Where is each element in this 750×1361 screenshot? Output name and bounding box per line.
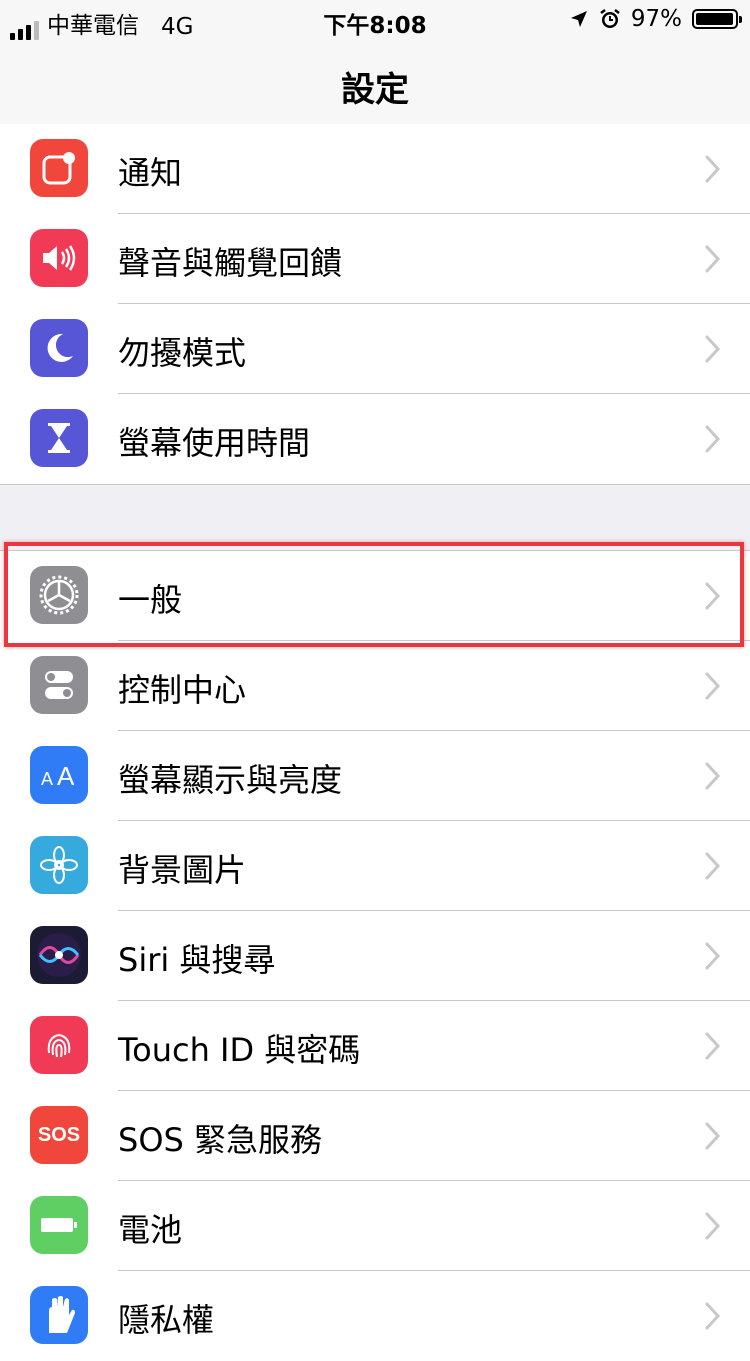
- settings-row[interactable]: Touch ID 與密碼: [0, 1001, 750, 1091]
- settings-row-label: 螢幕使用時間: [118, 424, 311, 462]
- svg-text:A: A: [57, 761, 75, 791]
- chevron-right-icon: [705, 942, 721, 970]
- settings-row[interactable]: 聲音與觸覺回饋: [0, 214, 750, 304]
- chevron-container: [704, 1121, 722, 1155]
- moon-icon: [30, 319, 88, 377]
- chevron-right-icon: [705, 1032, 721, 1060]
- settings-row-label: 控制中心: [118, 671, 247, 709]
- chevron-right-icon: [705, 425, 721, 453]
- chevron-container: [704, 334, 722, 368]
- chevron-container: [704, 1301, 722, 1335]
- sounds-icon: [30, 229, 88, 287]
- chevron-container: [704, 581, 722, 615]
- chevron-right-icon: [705, 852, 721, 880]
- chevron-right-icon: [705, 1302, 721, 1330]
- hand-icon: [30, 1286, 88, 1344]
- chevron-container: [704, 1211, 722, 1245]
- chevron-right-icon: [705, 672, 721, 700]
- flower-icon: [30, 836, 88, 894]
- settings-row[interactable]: 電池: [0, 1181, 750, 1271]
- settings-row[interactable]: 背景圖片: [0, 821, 750, 911]
- settings-row-label: 電池: [118, 1211, 183, 1249]
- fingerprint-icon: [30, 1016, 88, 1074]
- location-arrow-icon: [570, 11, 587, 27]
- chevron-right-icon: [705, 762, 721, 790]
- gear-icon: [30, 566, 88, 624]
- switches-icon: [30, 656, 88, 714]
- settings-row-label: Siri 與搜尋: [118, 941, 276, 979]
- chevron-container: [704, 761, 722, 795]
- settings-row-label: Touch ID 與密碼: [118, 1031, 361, 1069]
- svg-text:A: A: [41, 769, 53, 789]
- sos-icon: SOS: [30, 1106, 88, 1164]
- chevron-container: [704, 424, 722, 458]
- settings-row-label: 一般: [118, 581, 183, 619]
- hourglass-icon: [30, 409, 88, 467]
- navigation-bar: 設定: [0, 40, 750, 128]
- settings-row-label: 螢幕顯示與亮度: [118, 761, 343, 799]
- status-bar: 中華電信 4G 下午8:08 97%: [0, 0, 750, 40]
- settings-row[interactable]: 螢幕使用時間: [0, 394, 750, 484]
- settings-row[interactable]: 隱私權: [0, 1271, 750, 1361]
- chevron-right-icon: [705, 582, 721, 610]
- settings-row[interactable]: SOS SOS 緊急服務: [0, 1091, 750, 1181]
- chevron-container: [704, 244, 722, 278]
- settings-row[interactable]: Siri 與搜尋: [0, 911, 750, 1001]
- chevron-container: [704, 941, 722, 975]
- settings-row[interactable]: 通知: [0, 124, 750, 214]
- notifications-icon: [30, 139, 88, 197]
- chevron-right-icon: [705, 1122, 721, 1150]
- status-right: 97%: [569, 6, 742, 32]
- settings-row[interactable]: 勿擾模式: [0, 304, 750, 394]
- chevron-right-icon: [705, 155, 721, 183]
- alarm-icon: [600, 9, 620, 28]
- chevron-container: [704, 671, 722, 705]
- settings-group-1: 通知聲音與觸覺回饋 勿擾模式螢幕使用時間: [0, 124, 750, 485]
- battery-icon: [30, 1196, 88, 1254]
- siri-icon: [30, 926, 88, 984]
- chevron-container: [704, 1031, 722, 1065]
- settings-row-label: 隱私權: [118, 1301, 215, 1339]
- settings-row-label: 聲音與觸覺回饋: [118, 244, 343, 282]
- settings-row[interactable]: 一般: [0, 551, 750, 641]
- battery-icon: [692, 9, 742, 29]
- settings-row-label: SOS 緊急服務: [118, 1121, 322, 1159]
- settings-row[interactable]: A A 螢幕顯示與亮度: [0, 731, 750, 821]
- chevron-container: [704, 851, 722, 885]
- chevron-right-icon: [705, 335, 721, 363]
- settings-group-2: 一般控制中心 A A 螢幕顯示與亮度 背景圖片 Siri 與搜尋 Touch ID 與密碼 S…: [0, 550, 750, 1361]
- page-title: 設定: [341, 70, 409, 110]
- battery-percent: 97%: [630, 6, 682, 32]
- settings-row-label: 背景圖片: [118, 851, 247, 889]
- chevron-right-icon: [705, 1212, 721, 1240]
- settings-row-label: 勿擾模式: [118, 334, 247, 372]
- chevron-container: [704, 154, 722, 188]
- text-size-icon: AA: [30, 746, 88, 804]
- settings-row[interactable]: 控制中心: [0, 641, 750, 731]
- settings-row-label: 通知: [118, 154, 183, 192]
- chevron-right-icon: [705, 245, 721, 273]
